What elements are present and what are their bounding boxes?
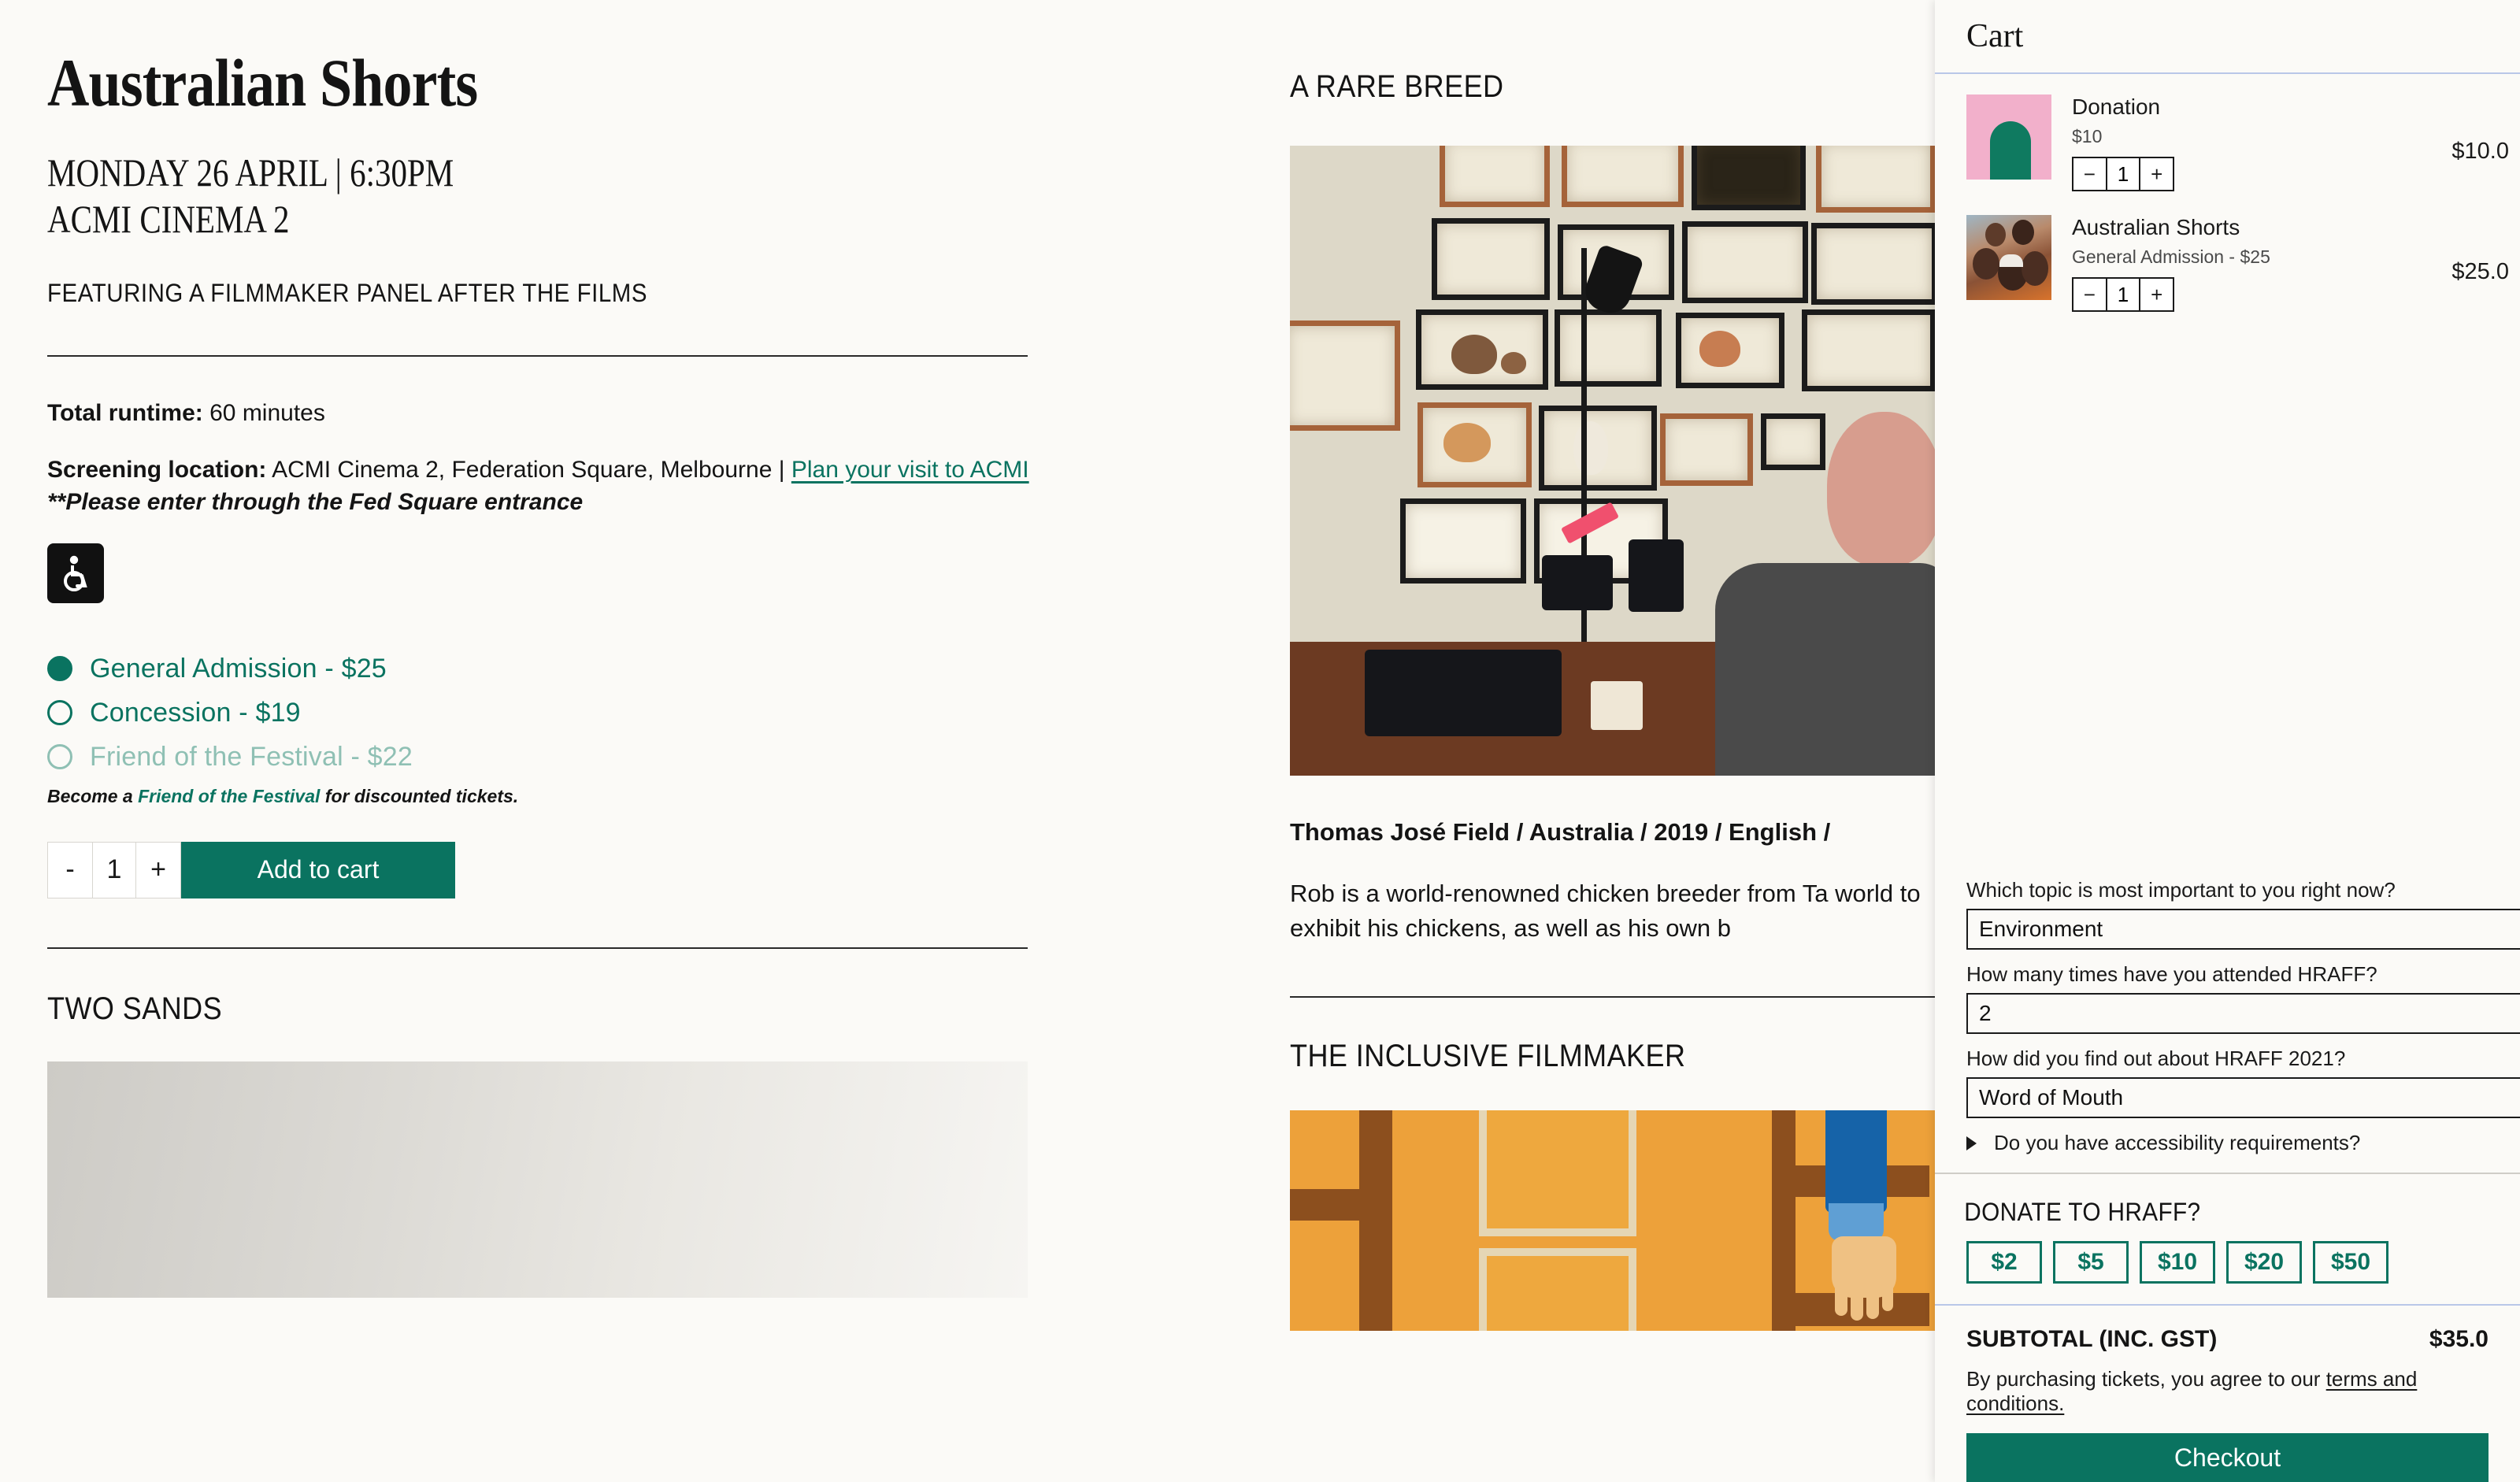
donate-button-10[interactable]: $10 [2140,1241,2215,1284]
cart-item-price: $10.0 [2451,139,2509,164]
donate-section-title: DONATE TO HRAFF? [1964,1198,2201,1226]
cart-questions-form: Which topic is most important to you rig… [1935,878,2520,1155]
cart-item-body: Donation $10 − 1 + [2072,94,2488,191]
cart-item-donation: Donation $10 − 1 + $10.0 [1966,94,2509,191]
caret-right-icon [1966,1136,1977,1150]
divider [1290,996,1936,998]
page-title: Australian Shorts [47,45,478,120]
cart-item-body: Australian Shorts General Admission - $2… [2072,215,2488,312]
event-date-time: MONDAY 26 APRIL | 6:30PM [47,150,454,195]
donate-button-2[interactable]: $2 [1966,1241,2042,1284]
cart-item-australian-shorts: Australian Shorts General Admission - $2… [1966,215,2509,312]
runtime-value: 60 minutes [202,400,325,427]
checkout-button[interactable]: Checkout [1966,1433,2488,1482]
divider [47,355,1028,358]
film-credit-a-rare-breed: Thomas José Field / Australia / 2019 / E… [1290,818,1831,846]
donate-button-5[interactable]: $5 [2053,1241,2129,1284]
cart-item-increment-button[interactable]: + [2140,279,2174,310]
question-label-topic: Which topic is most important to you rig… [1966,878,2396,902]
accessibility-accordion-label: Do you have accessibility requirements? [1994,1131,2361,1154]
location-line: Screening location: ACMI Cinema 2, Feder… [47,454,1032,517]
cart-item-quantity-value[interactable]: 1 [2105,158,2141,190]
quantity-increment-button[interactable]: + [136,842,180,898]
ticket-option-friend-of-festival[interactable]: Friend of the Festival - $22 [47,742,1071,772]
subtotal-row: SUBTOTAL (INC. GST) $35.0 [1935,1306,2520,1353]
quantity-stepper[interactable]: - 1 + [47,841,181,898]
question-select-topic[interactable]: Environment [1966,909,2520,950]
subtotal-value: $35.0 [2429,1326,2488,1352]
cart-title: Cart [1966,18,2024,54]
radio-icon[interactable] [47,656,72,682]
cart-items-list: Donation $10 − 1 + $10.0 Australian Shor… [1935,74,2520,335]
question-select-attendance[interactable]: 2 [1966,993,2520,1034]
film-title-a-rare-breed: A RARE BREED [1290,69,1504,104]
terms-text: By purchasing tickets, you agree to our … [1935,1353,2520,1416]
radio-icon[interactable] [47,744,72,770]
donate-button-50[interactable]: $50 [2313,1241,2388,1284]
cart-item-name: Donation [2072,94,2161,119]
event-meta: Total runtime: 60 minutes Screening loca… [47,398,1032,518]
film-description-a-rare-breed: Rob is a world-renowned chicken breeder … [1290,880,1921,943]
cart-item-price: $25.0 [2451,259,2509,284]
film-still-a-rare-breed [1290,146,1936,776]
ticket-option-label: Friend of the Festival - $22 [90,741,413,772]
cart-item-quantity-stepper[interactable]: − 1 + [2072,277,2174,312]
divider [47,947,1028,949]
cart-item-subtitle: $10 [2072,126,2103,146]
location-label: Screening location: [47,457,267,484]
film-still-the-inclusive-filmmaker [1290,1110,1936,1332]
subtotal-label: SUBTOTAL (INC. GST) [1966,1326,2218,1352]
donate-amount-buttons: $2 $5 $10 $20 $50 [1935,1227,2520,1284]
wheelchair-icon [47,543,104,603]
cart-item-increment-button[interactable]: + [2140,158,2174,190]
runtime-label: Total runtime: [47,400,203,427]
donate-button-20[interactable]: $20 [2226,1241,2302,1284]
question-select-referral[interactable]: Word of Mouth [1966,1077,2520,1118]
ticketing-page: Australian Shorts MONDAY 26 APRIL | 6:30… [0,0,2520,1482]
event-venue: ACMI CINEMA 2 [47,197,290,242]
film-still-two-sands [47,1061,1028,1298]
event-feature-note: FEATURING A FILMMAKER PANEL AFTER THE FI… [47,279,648,308]
cart-panel: Cart Donation $10 − 1 + $10.0 Australian… [1935,0,2520,1482]
quantity-decrement-button[interactable]: - [48,842,92,898]
event-details-column: Australian Shorts MONDAY 26 APRIL | 6:30… [0,0,1071,1482]
ticket-option-concession[interactable]: Concession - $19 [47,698,1071,728]
radio-icon[interactable] [47,700,72,726]
ticket-option-general-admission[interactable]: General Admission - $25 [47,654,1071,684]
cart-item-name: Australian Shorts [2072,215,2240,239]
note-suffix: for discounted tickets. [320,785,519,806]
location-value: ACMI Cinema 2, Federation Square, Melbou… [266,457,791,484]
ticket-options: General Admission - $25 Concession - $19… [47,654,1071,807]
terms-prefix: By purchasing tickets, you agree to our [1966,1367,2326,1391]
cart-item-subtitle: General Admission - $25 [2072,246,2270,267]
add-to-cart-row: - 1 + Add to cart [47,841,1071,898]
cart-spacer [1935,335,2520,878]
accessibility-accordion[interactable]: Do you have accessibility requirements? [1966,1131,2520,1155]
plan-visit-link[interactable]: Plan your visit to ACMI [791,457,1029,483]
film-list-column: A RARE BREED Thomas José Field / Austral… [1290,0,1937,1482]
friend-discount-note: Become a Friend of the Festival for disc… [47,786,1071,807]
location-note: **Please enter through the Fed Square en… [47,488,584,515]
ticket-option-label: General Admission - $25 [90,653,387,684]
australian-shorts-thumb [1966,215,2051,300]
film-title-the-inclusive-filmmaker: THE INCLUSIVE FILMMAKER [1290,1039,1686,1074]
event-datetime: MONDAY 26 APRIL | 6:30PM ACMI CINEMA 2 [47,150,887,243]
quantity-value[interactable]: 1 [92,842,136,898]
cart-item-quantity-stepper[interactable]: − 1 + [2072,157,2174,191]
friend-of-festival-link[interactable]: Friend of the Festival [138,786,320,806]
cart-item-decrement-button[interactable]: − [2073,279,2106,310]
runtime-line: Total runtime: 60 minutes [47,398,1032,429]
cart-item-quantity-value[interactable]: 1 [2105,279,2141,310]
photo-wall [1290,146,1936,776]
ticket-option-label: Concession - $19 [90,697,301,728]
add-to-cart-button[interactable]: Add to cart [181,841,455,898]
question-label-attendance: How many times have you attended HRAFF? [1966,962,2377,986]
film-title-two-sands: TWO SANDS [47,991,223,1026]
donation-thumb [1966,94,2051,180]
door-illustration [1290,1110,1936,1332]
note-prefix: Become a [47,785,139,806]
question-label-referral: How did you find out about HRAFF 2021? [1966,1047,2346,1070]
cart-item-decrement-button[interactable]: − [2073,158,2106,190]
